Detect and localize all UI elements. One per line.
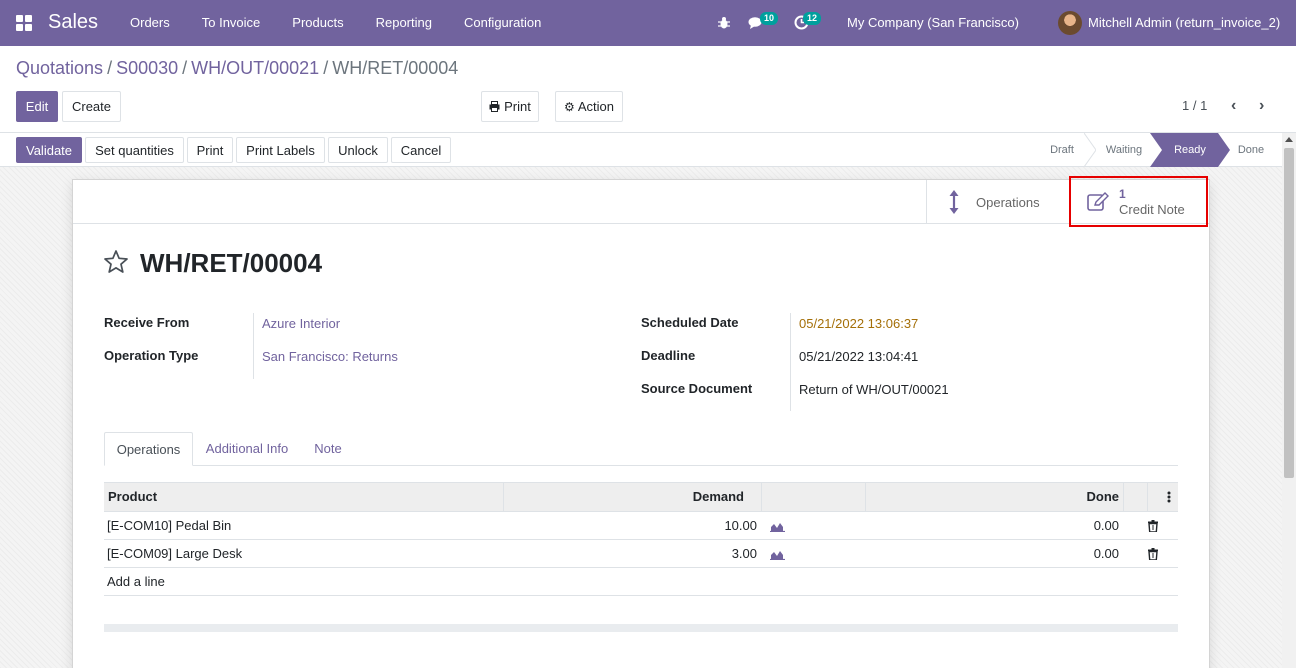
source-document-value: Return of WH/OUT/00021 [799,382,949,397]
top-navbar: Sales Orders To Invoice Products Reporti… [0,0,1296,46]
table-row[interactable]: [E-COM09] Large Desk 3.00 0.00 [104,540,1178,568]
add-line-row: Add a line [104,568,1178,596]
set-quantities-button[interactable]: Set quantities [85,137,184,163]
row-done[interactable]: 0.00 [866,512,1119,540]
row-done[interactable]: 0.00 [866,540,1119,568]
row-demand: 10.00 [724,518,757,533]
print-label: Print [504,99,531,114]
optional-columns-icon[interactable] [1167,483,1171,511]
print-dropdown-button[interactable]: Print [481,91,539,122]
receive-from-value[interactable]: Azure Interior [262,316,340,331]
print-labels-button[interactable]: Print Labels [236,137,325,163]
source-document-label: Source Document [641,381,753,396]
scheduled-date-label: Scheduled Date [641,315,739,330]
tab-note[interactable]: Note [302,432,354,466]
trash-icon[interactable] [1148,540,1158,568]
status-bar: Validate Set quantities Print Print Labe… [0,132,1296,167]
row-demand: 3.00 [731,546,757,561]
validate-button[interactable]: Validate [16,137,82,163]
gear-icon: ⚙ [564,99,575,114]
menu-to-invoice[interactable]: To Invoice [186,0,277,46]
table-header: Product Demand Done [104,482,1178,512]
row-product: [E-COM09] Large Desk [107,546,243,561]
tab-additional-info[interactable]: Additional Info [195,432,299,466]
vertical-arrows-icon [949,190,959,214]
menu-reporting[interactable]: Reporting [360,0,448,46]
pager-next-icon[interactable]: › [1259,97,1264,115]
column-product[interactable]: Product [108,483,157,511]
action-label: Action [577,99,614,114]
activities-count-badge: 12 [803,12,822,25]
operation-type-value[interactable]: San Francisco: Returns [262,349,398,364]
operations-smart-label: Operations [976,194,1040,210]
scroll-up-icon[interactable] [1285,137,1293,142]
scheduled-date-value: 05/21/2022 13:06:37 [799,316,919,331]
unlock-button[interactable]: Unlock [328,137,388,163]
receive-from-label: Receive From [104,315,190,330]
smart-button-box: Operations 1 Credit Note [73,180,1209,224]
apps-menu-icon[interactable] [16,15,32,31]
breadcrumb-separator: / [182,58,188,78]
trash-icon[interactable] [1148,512,1158,540]
forecast-chart-icon[interactable] [770,540,785,568]
breadcrumb-sale-order[interactable]: S00030 [116,58,178,79]
user-avatar[interactable] [1058,11,1082,35]
main-menu: Orders To Invoice Products Reporting Con… [114,0,557,46]
breadcrumb-delivery[interactable]: WH/OUT/00021 [191,58,319,79]
favorite-star-icon[interactable] [103,249,129,275]
field-divider [253,313,254,379]
column-demand[interactable]: Demand [504,483,744,511]
breadcrumb-quotations[interactable]: Quotations [16,58,103,79]
record-title: WH/RET/00004 [140,248,323,278]
create-button[interactable]: Create [62,91,121,122]
edit-button[interactable]: Edit [16,91,58,122]
deadline-value: 05/21/2022 13:04:41 [799,349,919,364]
operations-smart-button[interactable]: Operations [926,180,1070,224]
breadcrumb-separator: / [323,58,329,78]
deadline-label: Deadline [641,348,696,363]
print-icon [489,101,500,112]
messages-count-badge: 10 [760,12,779,25]
menu-orders[interactable]: Orders [114,0,186,46]
debug-bug-icon[interactable] [717,0,731,46]
column-separator [1147,483,1148,511]
print-button[interactable]: Print [187,137,233,163]
company-switcher[interactable]: My Company (San Francisco) [847,0,1019,46]
credit-note-highlight [1069,176,1208,227]
table-row[interactable]: [E-COM10] Pedal Bin 10.00 0.00 [104,512,1178,540]
column-separator [1123,483,1124,511]
column-separator [761,483,762,511]
operation-type-label: Operation Type [104,348,199,363]
pager-previous-icon[interactable]: ‹ [1231,97,1236,115]
breadcrumb-separator: / [107,58,113,78]
forecast-chart-icon[interactable] [770,512,785,540]
scrollbar-thumb[interactable] [1284,148,1294,478]
action-dropdown-button[interactable]: ⚙ Action [555,91,623,122]
stage-done[interactable]: Done [1228,133,1274,167]
add-a-line-link[interactable]: Add a line [107,568,165,596]
tab-operations[interactable]: Operations [104,432,193,466]
stage-draft[interactable]: Draft [1036,133,1088,167]
user-menu[interactable]: Mitchell Admin (return_invoice_2) [1088,0,1280,46]
notebook-tabs: Operations Additional Info Note [104,432,1178,466]
stage-ready[interactable]: Ready [1150,133,1230,167]
pager-value[interactable]: 1 / 1 [1182,98,1207,113]
app-name[interactable]: Sales [48,11,98,34]
stage-divider [1084,133,1096,167]
breadcrumb: Quotations / S00030 / WH/OUT/00021 / WH/… [16,58,458,79]
column-done[interactable]: Done [866,483,1120,511]
row-product: [E-COM10] Pedal Bin [107,518,232,533]
field-divider [790,313,791,411]
breadcrumb-current: WH/RET/00004 [332,58,459,78]
stage-waiting[interactable]: Waiting [1096,133,1152,167]
menu-products[interactable]: Products [276,0,359,46]
table-footer-bar [104,624,1178,632]
cancel-button[interactable]: Cancel [391,137,451,163]
menu-configuration[interactable]: Configuration [448,0,557,46]
